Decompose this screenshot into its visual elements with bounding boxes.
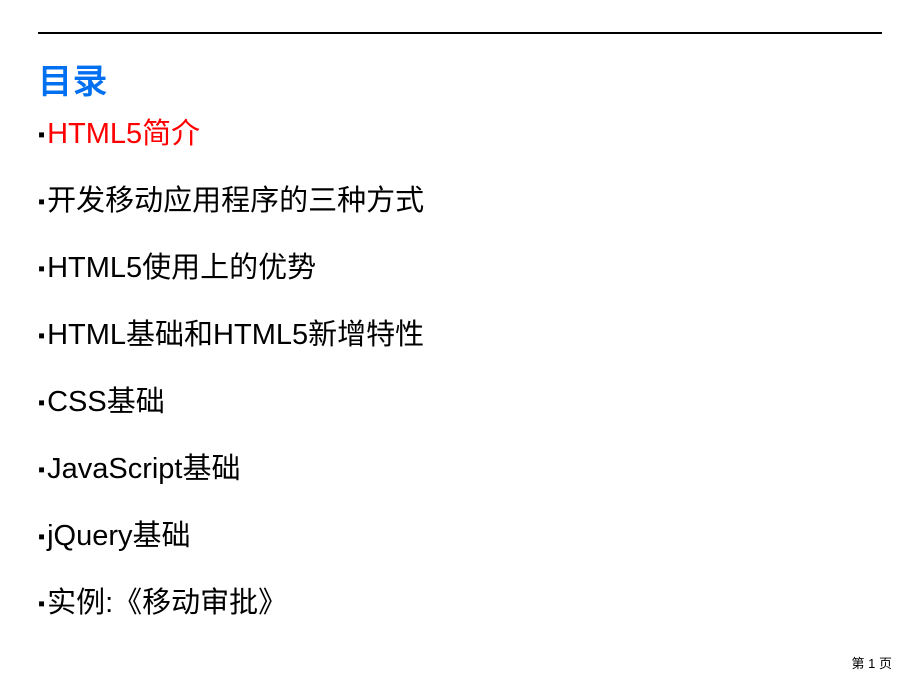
toc-item-label: 开发移动应用程序的三种方式 — [47, 180, 424, 222]
toc-item-label: HTML5使用上的优势 — [47, 247, 316, 289]
toc-item: ▪开发移动应用程序的三种方式 — [38, 180, 882, 222]
toc-item-label: CSS基础 — [47, 381, 165, 423]
bullet-icon: ▪ — [38, 393, 45, 413]
slide-container: 目录 ▪HTML5简介▪开发移动应用程序的三种方式▪HTML5使用上的优势▪HT… — [0, 0, 920, 690]
toc-item: ▪HTML5使用上的优势 — [38, 247, 882, 289]
bullet-icon: ▪ — [38, 326, 45, 346]
toc-item: ▪JavaScript基础 — [38, 448, 882, 490]
toc-item-label: jQuery基础 — [47, 515, 190, 557]
toc-item: ▪实例:《移动审批》 — [38, 582, 882, 624]
toc-item-label: 实例:《移动审批》 — [47, 582, 287, 624]
toc-item: ▪CSS基础 — [38, 381, 882, 423]
top-divider — [38, 32, 882, 34]
bullet-icon: ▪ — [38, 259, 45, 279]
toc-item: ▪HTML基础和HTML5新增特性 — [38, 314, 882, 356]
toc-item-label: HTML5简介 — [47, 113, 200, 155]
toc-list: ▪HTML5简介▪开发移动应用程序的三种方式▪HTML5使用上的优势▪HTML基… — [38, 113, 882, 624]
bullet-icon: ▪ — [38, 192, 45, 212]
page-footer: 第 1 页 — [852, 653, 892, 672]
page-title: 目录 — [38, 54, 882, 103]
bullet-icon: ▪ — [38, 527, 45, 547]
bullet-icon: ▪ — [38, 460, 45, 480]
bullet-icon: ▪ — [38, 594, 45, 614]
bullet-icon: ▪ — [38, 125, 45, 145]
toc-item: ▪jQuery基础 — [38, 515, 882, 557]
toc-item: ▪HTML5简介 — [38, 113, 882, 155]
toc-item-label: HTML基础和HTML5新增特性 — [47, 314, 424, 356]
toc-item-label: JavaScript基础 — [47, 448, 240, 490]
